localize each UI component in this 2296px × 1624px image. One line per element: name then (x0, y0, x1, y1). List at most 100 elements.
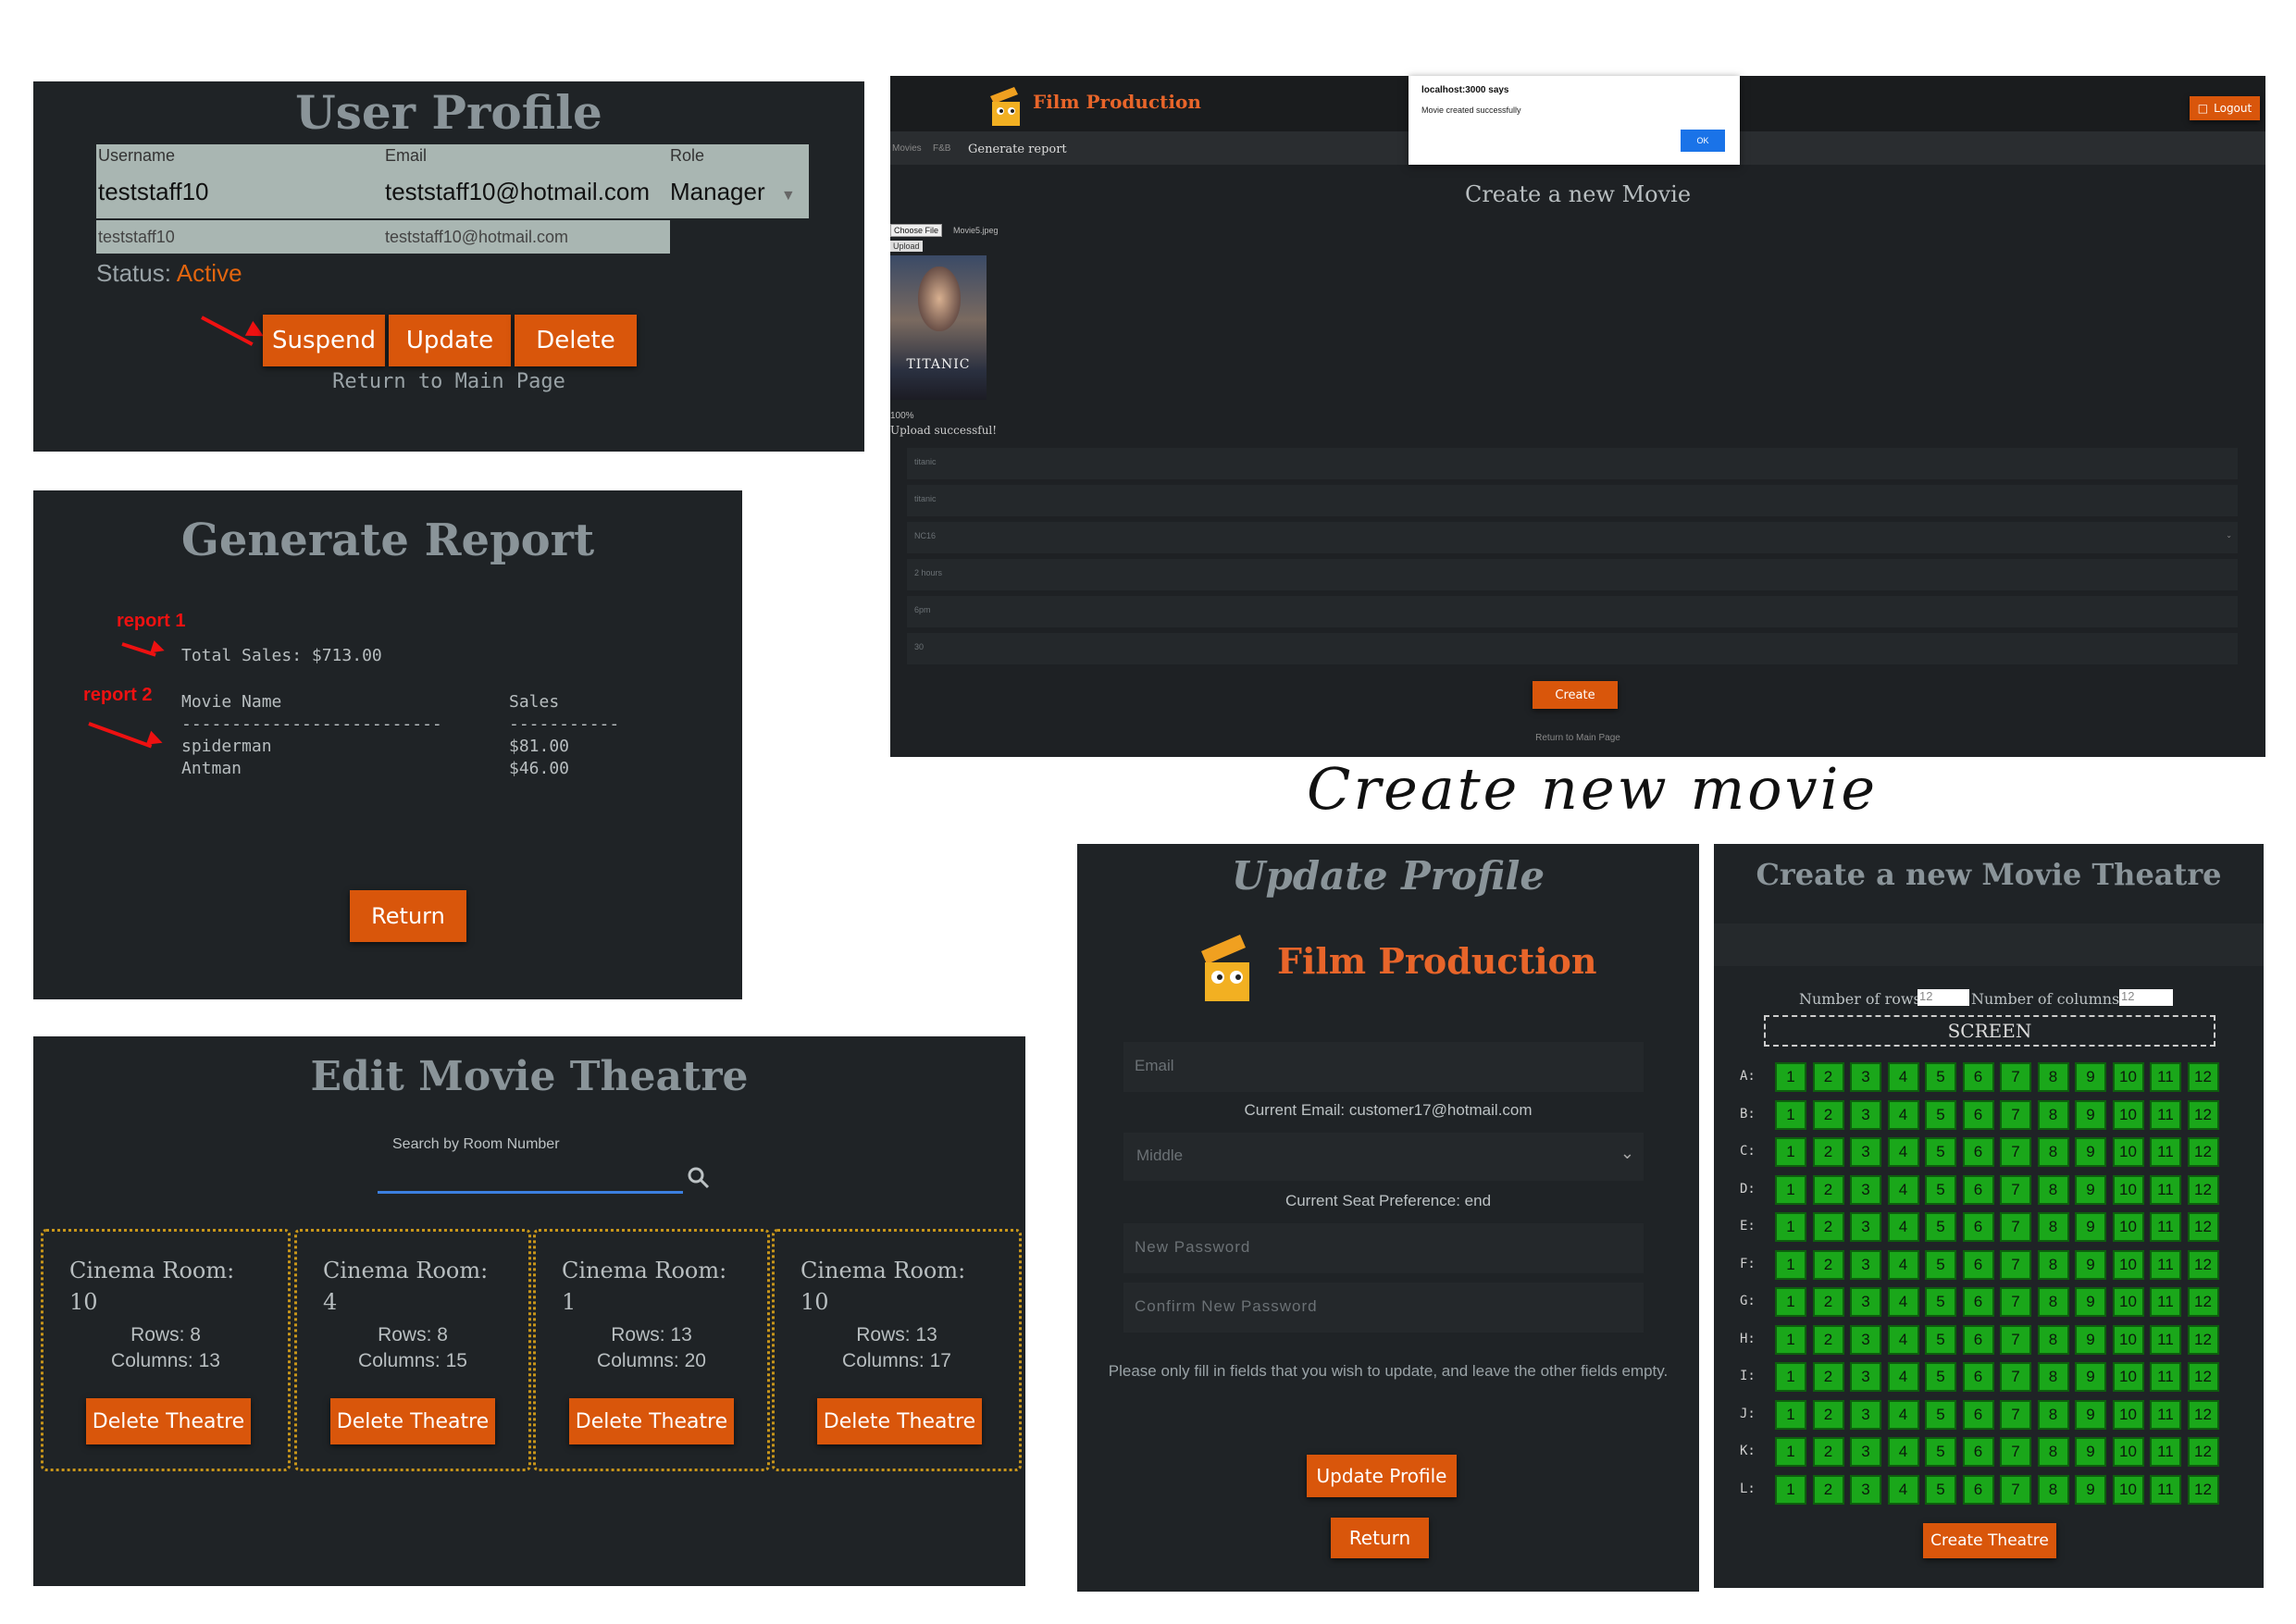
seat-cell[interactable]: 5 (1925, 1474, 1956, 1505)
seat-cell[interactable]: 7 (2000, 1137, 2031, 1167)
seat-cell[interactable]: 6 (1962, 1212, 1994, 1242)
seat-cell[interactable]: 10 (2112, 1287, 2144, 1317)
seat-cell[interactable]: 5 (1925, 1062, 1956, 1092)
seat-cell[interactable]: 9 (2075, 1474, 2106, 1505)
seat-cell[interactable]: 4 (1887, 1287, 1919, 1317)
nav-generate-report[interactable]: Generate report (968, 143, 1067, 156)
seat-cell[interactable]: 3 (1850, 1212, 1881, 1242)
seat-cell[interactable]: 8 (2037, 1399, 2069, 1430)
rows-input[interactable]: 12 (1917, 989, 1969, 1006)
seat-cell[interactable]: 10 (2112, 1099, 2144, 1130)
seat-cell[interactable]: 11 (2150, 1174, 2181, 1205)
seat-cell[interactable]: 7 (2000, 1324, 2031, 1355)
seat-cell[interactable]: 9 (2075, 1249, 2106, 1280)
seat-cell[interactable]: 7 (2000, 1212, 2031, 1242)
seat-cell[interactable]: 9 (2075, 1399, 2106, 1430)
seat-cell[interactable]: 12 (2187, 1399, 2219, 1430)
seat-cell[interactable]: 6 (1962, 1474, 1994, 1505)
update-profile-button[interactable]: Update Profile (1307, 1455, 1457, 1497)
seat-cell[interactable]: 9 (2075, 1137, 2106, 1167)
seat-cell[interactable]: 4 (1887, 1362, 1919, 1392)
seat-cell[interactable]: 12 (2187, 1437, 2219, 1467)
seat-cell[interactable]: 2 (1812, 1099, 1844, 1130)
delete-button[interactable]: Delete (515, 315, 637, 366)
seat-cell[interactable]: 12 (2187, 1362, 2219, 1392)
seat-cell[interactable]: 11 (2150, 1437, 2181, 1467)
seat-cell[interactable]: 1 (1775, 1062, 1806, 1092)
seat-cell[interactable]: 1 (1775, 1137, 1806, 1167)
seat-cell[interactable]: 4 (1887, 1062, 1919, 1092)
new-password-field[interactable]: New Password (1123, 1223, 1644, 1273)
duration-field[interactable]: 2 hours (907, 559, 2238, 590)
seat-cell[interactable]: 5 (1925, 1174, 1956, 1205)
seat-cell[interactable]: 9 (2075, 1362, 2106, 1392)
seat-cell[interactable]: 11 (2150, 1137, 2181, 1167)
seat-cell[interactable]: 8 (2037, 1324, 2069, 1355)
seat-cell[interactable]: 2 (1812, 1362, 1844, 1392)
seat-cell[interactable]: 4 (1887, 1474, 1919, 1505)
choose-file-button[interactable]: Choose File (890, 224, 943, 237)
seat-cell[interactable]: 8 (2037, 1062, 2069, 1092)
seat-cell[interactable]: 8 (2037, 1474, 2069, 1505)
upload-button[interactable]: Upload (890, 241, 923, 252)
role-select[interactable]: Manager ▼ (670, 178, 796, 206)
columns-input[interactable]: 12 (2119, 989, 2173, 1006)
return-button[interactable]: Return (1331, 1518, 1429, 1558)
seat-cell[interactable]: 6 (1962, 1437, 1994, 1467)
search-input[interactable] (378, 1151, 683, 1194)
seat-cell[interactable]: 8 (2037, 1099, 2069, 1130)
seat-cell[interactable]: 2 (1812, 1287, 1844, 1317)
seat-cell[interactable]: 10 (2112, 1249, 2144, 1280)
seat-cell[interactable]: 3 (1850, 1099, 1881, 1130)
seat-cell[interactable]: 7 (2000, 1362, 2031, 1392)
seat-cell[interactable]: 6 (1962, 1062, 1994, 1092)
seat-cell[interactable]: 3 (1850, 1362, 1881, 1392)
seat-cell[interactable]: 2 (1812, 1437, 1844, 1467)
seat-cell[interactable]: 1 (1775, 1474, 1806, 1505)
seat-cell[interactable]: 10 (2112, 1399, 2144, 1430)
seat-cell[interactable]: 10 (2112, 1137, 2144, 1167)
seat-cell[interactable]: 10 (2112, 1174, 2144, 1205)
seat-cell[interactable]: 5 (1925, 1099, 1956, 1130)
seat-cell[interactable]: 5 (1925, 1362, 1956, 1392)
seat-cell[interactable]: 8 (2037, 1362, 2069, 1392)
nav-fnb[interactable]: F&B (933, 143, 950, 154)
seat-cell[interactable]: 12 (2187, 1099, 2219, 1130)
seat-cell[interactable]: 5 (1925, 1437, 1956, 1467)
update-button[interactable]: Update (389, 315, 511, 366)
seat-cell[interactable]: 5 (1925, 1137, 1956, 1167)
seat-cell[interactable]: 12 (2187, 1474, 2219, 1505)
seat-cell[interactable]: 5 (1925, 1324, 1956, 1355)
seat-cell[interactable]: 12 (2187, 1324, 2219, 1355)
seat-cell[interactable]: 1 (1775, 1399, 1806, 1430)
seat-cell[interactable]: 8 (2037, 1212, 2069, 1242)
seat-cell[interactable]: 12 (2187, 1249, 2219, 1280)
seat-cell[interactable]: 6 (1962, 1099, 1994, 1130)
seat-cell[interactable]: 2 (1812, 1249, 1844, 1280)
suspend-button[interactable]: Suspend (263, 315, 385, 366)
seat-cell[interactable]: 6 (1962, 1324, 1994, 1355)
return-link[interactable]: Return to Main Page (890, 733, 2265, 743)
seat-cell[interactable]: 8 (2037, 1287, 2069, 1317)
seat-cell[interactable]: 5 (1925, 1287, 1956, 1317)
seat-cell[interactable]: 12 (2187, 1212, 2219, 1242)
seat-cell[interactable]: 2 (1812, 1399, 1844, 1430)
seat-cell[interactable]: 9 (2075, 1212, 2106, 1242)
rating-select[interactable]: NC16 ⌄ (907, 522, 2238, 553)
seat-cell[interactable]: 1 (1775, 1174, 1806, 1205)
seat-cell[interactable]: 5 (1925, 1249, 1956, 1280)
seat-cell[interactable]: 1 (1775, 1287, 1806, 1317)
seat-cell[interactable]: 1 (1775, 1324, 1806, 1355)
seat-cell[interactable]: 3 (1850, 1437, 1881, 1467)
seat-cell[interactable]: 3 (1850, 1249, 1881, 1280)
seat-cell[interactable]: 7 (2000, 1399, 2031, 1430)
create-theatre-button[interactable]: Create Theatre (1923, 1523, 2056, 1558)
seat-cell[interactable]: 9 (2075, 1062, 2106, 1092)
seat-cell[interactable]: 11 (2150, 1287, 2181, 1317)
seat-cell[interactable]: 2 (1812, 1174, 1844, 1205)
seat-cell[interactable]: 6 (1962, 1249, 1994, 1280)
seat-cell[interactable]: 8 (2037, 1174, 2069, 1205)
delete-theatre-button[interactable]: Delete Theatre (569, 1398, 734, 1444)
seat-cell[interactable]: 4 (1887, 1399, 1919, 1430)
seat-cell[interactable]: 2 (1812, 1062, 1844, 1092)
